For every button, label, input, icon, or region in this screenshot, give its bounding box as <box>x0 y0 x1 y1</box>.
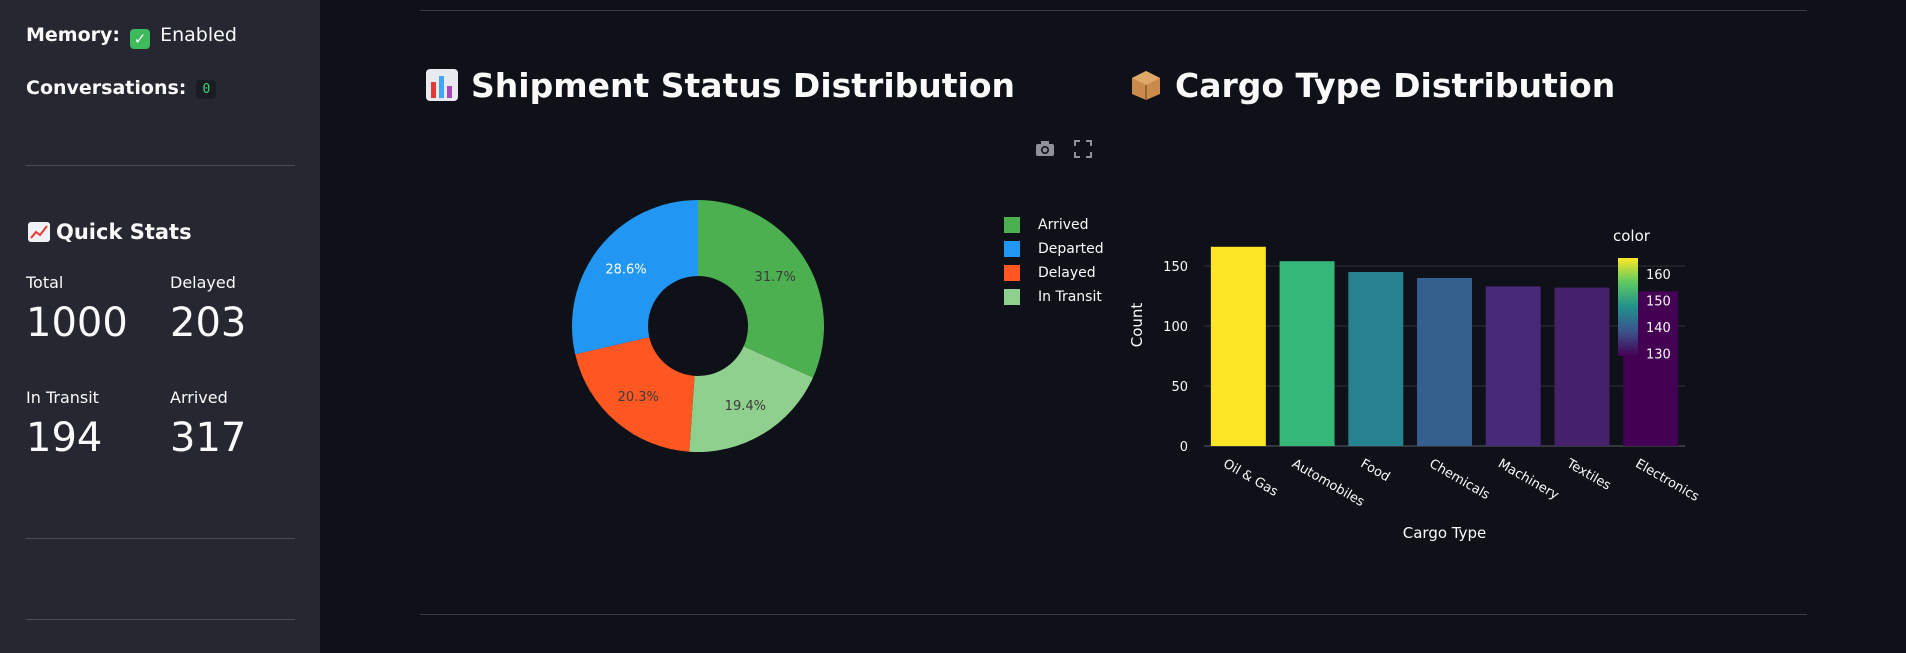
cargo-type-bar-chart: 0 50 100 150 Count Oil & Gas AutomobilesFood Ch… <box>1128 227 1702 542</box>
bar[interactable] <box>1417 278 1472 446</box>
checkmark-icon: ✓ <box>130 29 151 49</box>
shipment-status-donut-chart: 31.7% 19.4% 20.3% 28.6% <box>572 200 824 452</box>
colorbar-tick-label: 150 <box>1646 294 1671 309</box>
x-tick-label: Textiles <box>1563 456 1613 494</box>
metric-total-label: Total <box>26 273 64 292</box>
metric-in-transit-label: In Transit <box>26 388 99 407</box>
donut-slice-arrived[interactable] <box>698 200 824 378</box>
donut-pct-label: 28.6% <box>605 263 646 278</box>
legend-swatch <box>1004 217 1020 233</box>
x-tick-label: Chemicals <box>1427 456 1493 503</box>
legend-item[interactable]: Departed <box>1004 237 1104 261</box>
package-icon <box>1129 68 1163 102</box>
legend-label: Arrived <box>1038 217 1089 233</box>
fullscreen-icon[interactable] <box>1073 140 1093 160</box>
camera-icon[interactable] <box>1035 140 1055 160</box>
legend-swatch <box>1004 265 1020 281</box>
x-tick-label: Electronics <box>1633 456 1702 505</box>
section-divider <box>420 614 1807 615</box>
conversations-label: Conversations: <box>26 77 187 99</box>
legend-label: Departed <box>1038 241 1104 257</box>
x-tick-label: Food <box>1358 456 1393 485</box>
donut-pct-label: 20.3% <box>618 390 659 405</box>
shipment-status-heading: Shipment Status Distribution <box>425 66 1015 105</box>
legend-swatch <box>1004 241 1020 257</box>
colorbar-tick-label: 130 <box>1646 347 1671 362</box>
y-tick-label: 150 <box>1163 260 1188 275</box>
conversations-status: Conversations: 0 <box>26 77 217 99</box>
metric-delayed-value: 203 <box>170 300 247 346</box>
colorbar-tick-label: 160 <box>1646 268 1671 283</box>
legend-item[interactable]: In Transit <box>1004 285 1104 309</box>
x-tick-label: Automobiles <box>1289 456 1367 510</box>
x-axis-label: Cargo Type <box>1403 524 1487 542</box>
donut-pct-label: 31.7% <box>755 270 796 285</box>
colorbar-tick-label: 140 <box>1646 321 1671 336</box>
memory-label: Memory: <box>26 24 120 46</box>
y-axis-label: Count <box>1128 303 1146 348</box>
metric-delayed-label: Delayed <box>170 273 236 292</box>
donut-legend: Arrived Departed Delayed In Transit <box>1004 213 1104 309</box>
legend-item[interactable]: Arrived <box>1004 213 1104 237</box>
sidebar-divider <box>26 538 295 539</box>
y-tick-label: 0 <box>1180 440 1188 455</box>
donut-pct-label: 19.4% <box>725 399 766 414</box>
shipment-title: Shipment Status Distribution <box>471 66 1016 105</box>
bar[interactable] <box>1279 261 1335 446</box>
x-tick-label: Machinery <box>1495 456 1561 503</box>
sidebar-divider <box>26 165 295 166</box>
memory-value: Enabled <box>160 24 237 46</box>
legend-item[interactable]: Delayed <box>1004 261 1104 285</box>
quick-stats-heading: Quick Stats <box>28 220 192 244</box>
metric-in-transit-value: 194 <box>26 415 103 461</box>
colorbar-title: color <box>1613 227 1651 245</box>
bar-chart-icon <box>425 68 459 102</box>
bar[interactable] <box>1485 286 1541 446</box>
bar[interactable] <box>1210 246 1266 446</box>
y-tick-label: 100 <box>1163 320 1188 335</box>
quick-stats-title: Quick Stats <box>56 220 192 244</box>
metric-arrived-label: Arrived <box>170 388 228 407</box>
cargo-type-heading: Cargo Type Distribution <box>1129 66 1615 105</box>
cargo-title: Cargo Type Distribution <box>1175 66 1616 105</box>
conversations-count: 0 <box>196 80 217 99</box>
x-tick-label: Oil & Gas <box>1220 456 1280 499</box>
legend-label: In Transit <box>1038 289 1102 305</box>
bar[interactable] <box>1554 287 1610 446</box>
sidebar: Memory: ✓ Enabled Conversations: 0 Quick… <box>0 0 320 653</box>
section-divider <box>420 10 1807 11</box>
legend-label: Delayed <box>1038 265 1096 281</box>
memory-status: Memory: ✓ Enabled <box>26 24 237 49</box>
bar[interactable] <box>1348 272 1404 446</box>
metric-total-value: 1000 <box>26 300 128 346</box>
chart-increasing-icon <box>28 222 50 242</box>
y-tick-label: 50 <box>1171 380 1188 395</box>
colorbar <box>1618 258 1638 356</box>
sidebar-divider <box>26 619 295 620</box>
metric-arrived-value: 317 <box>170 415 247 461</box>
legend-swatch <box>1004 289 1020 305</box>
